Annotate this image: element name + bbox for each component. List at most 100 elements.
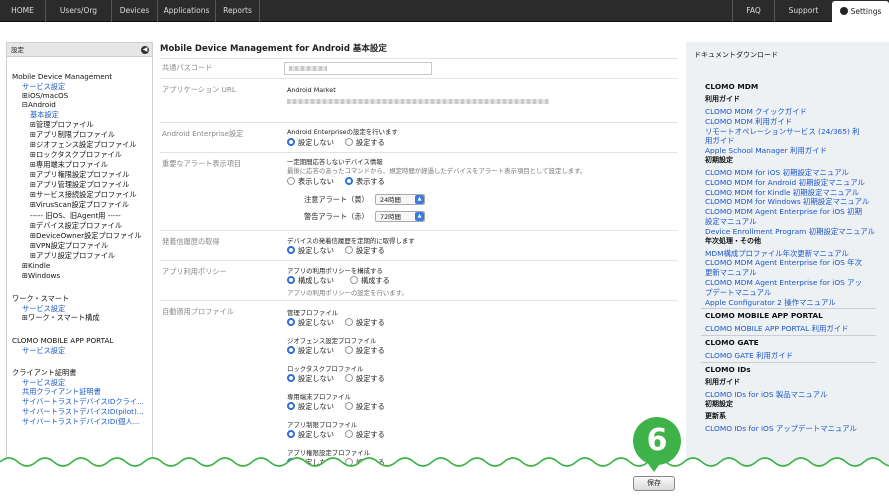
sidebar-item[interactable]: ⊞アプリ権限設定プロファイル [30,170,129,179]
manage-on-radio[interactable]: 設定する [345,318,385,328]
nav-devices[interactable]: Devices [112,0,158,22]
sidebar-item[interactable]: ⊞アプリ制限プロファイル [30,130,115,139]
document-link[interactable]: Device Enrollment Program 初期設定マニュアル [705,227,875,236]
sidebar-item[interactable]: ⊞デバイス設定プロファイル [30,221,122,230]
history-on-radio[interactable]: 設定する [345,246,385,256]
restrict-on-radio[interactable]: 設定する [345,430,385,440]
document-heading: ドキュメントダウンロード [694,51,778,59]
sidebar-item[interactable]: サイバートラストデバイスIDクライ... [22,397,144,406]
document-link[interactable]: CLOMO IDs for iOS 製品マニュアル [705,390,827,399]
alert-hide-radio[interactable]: 表示しない [287,177,334,187]
document-link[interactable]: CLOMO MOBILE APP PORTAL 利用ガイド [705,324,849,333]
nav-support[interactable]: Support [774,0,832,22]
sidebar-item: ワーク・スマート [12,294,70,303]
sidebar-item[interactable]: ⊞アプリ管理設定プロファイル [30,180,129,189]
row-passcode: 共通パスコード [160,58,678,78]
dedicated-on-radio[interactable]: 設定する [345,402,385,412]
document-section-title: 利用ガイド [705,378,740,386]
document-link[interactable]: MDM構成プロファイル年次更新マニュアル [705,249,849,258]
enterprise-off-radio[interactable]: 設定しない [287,138,334,148]
collapse-icon[interactable]: ◀ [141,46,149,54]
sidebar-item[interactable]: ⊞ロックタスクプロファイル [30,150,122,159]
policy-note: アプリの利用ポリシーの設定を行います。 [287,289,408,297]
manage-off-radio[interactable]: 設定しない [287,318,334,328]
sidebar-item[interactable]: ⊟Android [22,100,56,109]
document-section-title: CLOMO GATE [705,338,759,348]
dedicated-off-radio[interactable]: 設定しない [287,402,334,412]
nav-applications[interactable]: Applications [158,0,216,22]
section-divider [701,335,876,337]
sidebar-item[interactable]: ⊞ワーク・スマート構成 [22,313,100,322]
passcode-input[interactable] [284,62,432,75]
history-off-radio[interactable]: 設定しない [287,246,334,256]
document-link[interactable]: 用ガイド [705,136,735,145]
caution-select[interactable]: 24時間 ▲ [375,194,425,205]
sidebar-item[interactable]: ⊞VPN設定プロファイル [30,241,108,250]
sidebar-item[interactable]: サービス設定 [22,82,65,91]
alert-show-radio[interactable]: 表示する [345,177,385,187]
restrict-off-radio[interactable]: 設定しない [287,430,334,440]
document-link[interactable]: CLOMO IDs for iOS アップデートマニュアル [705,424,857,433]
document-link[interactable]: プデートマニュアル [705,288,771,297]
sidebar-item[interactable]: サービス設定 [22,304,65,313]
enterprise-on-radio[interactable]: 設定する [345,138,385,148]
sidebar-item[interactable]: ⊞Windows [22,271,60,280]
sidebar-item[interactable]: ⊞DeviceOwner設定プロファイル [30,231,142,240]
document-link[interactable]: CLOMO MDM for Windows 初期設定マニュアル [705,197,869,206]
document-link[interactable]: CLOMO MDM クイックガイド [705,107,807,116]
policy-off-radio[interactable]: 構成しない [287,276,334,286]
sidebar-item[interactable]: ⊞アプリ設定プロファイル [30,251,115,260]
document-link[interactable]: CLOMO MDM for Kindle 初期設定マニュアル [705,188,859,197]
sidebar-item[interactable]: ⊞専用端末プロファイル [30,160,108,169]
sidebar-item[interactable]: ⊞サービス接続設定プロファイル [30,190,137,199]
document-link[interactable]: 更新マニュアル [705,268,757,277]
warning-select[interactable]: 72時間 ▲ [375,211,425,222]
sidebar-item[interactable]: サイバートラストデバイスID(pilot)... [22,407,144,416]
sidebar-item[interactable]: サイバートラストデバイスID(個人... [22,417,139,426]
sidebar-item[interactable]: サービス設定 [22,346,65,355]
geofence-on-radio[interactable]: 設定する [345,346,385,356]
document-link[interactable]: CLOMO MDM Agent Enterprise for iOS 年次 [705,258,862,267]
nav-faq[interactable]: FAQ [732,0,774,22]
document-section-title: CLOMO MDM [705,82,759,91]
page-title: Mobile Device Management for Android 基本設… [160,44,387,54]
app-url-market: Android Market [287,86,336,94]
caution-label: 注意アラート（黄） [304,195,369,204]
save-button[interactable]: 保存 [633,476,675,491]
nav-reports[interactable]: Reports [216,0,260,22]
masked-value [289,66,327,71]
policy-on-radio[interactable]: 構成する [350,276,390,286]
nav-users[interactable]: Users/Org [46,0,112,22]
locktask-off-radio[interactable]: 設定しない [287,374,334,384]
sidebar-item[interactable]: サービス設定 [22,378,65,387]
geofence-off-radio[interactable]: 設定しない [287,346,334,356]
document-link[interactable]: Apple School Manager 利用ガイド [705,146,827,155]
document-link[interactable]: 設定マニュアル [705,217,757,226]
document-link[interactable]: CLOMO MDM for iOS 初期設定マニュアル [705,168,849,177]
document-section-title: 初期設定 [705,156,733,164]
nav-settings-tab[interactable]: Settings [832,1,889,23]
document-link[interactable]: リモートオペレーションサービス (24/365) 利 [705,127,860,136]
document-link[interactable]: Apple Configurator 2 操作マニュアル [705,298,836,307]
document-section-title: 年次処理・その他 [705,236,761,245]
sidebar-item[interactable]: 共用クライアント証明書 [22,387,101,396]
document-link[interactable]: CLOMO MDM Agent Enterprise for iOS アッ [705,278,862,287]
sidebar-item[interactable]: ⊞ジオフェンス設定プロファイル [30,140,137,149]
profile-label: 専用端末プロファイル [287,393,351,401]
sidebar-item[interactable]: ⊞管理プロファイル [30,120,94,129]
document-link[interactable]: CLOMO MDM for Android 初期設定マニュアル [705,178,865,187]
document-link[interactable]: CLOMO GATE 利用ガイド [705,351,793,360]
document-link[interactable]: CLOMO MDM Agent Enterprise for iOS 初期 [705,207,862,216]
gear-icon [839,7,848,15]
sidebar-item[interactable]: ⊞VirusScan設定プロファイル [30,200,129,209]
document-section-title: CLOMO MOBILE APP PORTAL [705,311,823,321]
document-link[interactable]: CLOMO MDM 利用ガイド [705,117,792,126]
sidebar-item[interactable]: ⊞iOS/macOS [22,91,68,100]
sidebar-item[interactable]: 基本設定 [30,110,59,119]
sidebar-item[interactable]: ⊞Kindle [22,261,50,270]
nav-settings-label: Settings [850,7,882,16]
row-enterprise: Android Enterprise設定 Android Enterpriseの… [160,122,678,152]
locktask-on-radio[interactable]: 設定する [345,374,385,384]
document-section-title: 初期設定 [705,399,733,408]
nav-home[interactable]: HOME [0,0,46,22]
